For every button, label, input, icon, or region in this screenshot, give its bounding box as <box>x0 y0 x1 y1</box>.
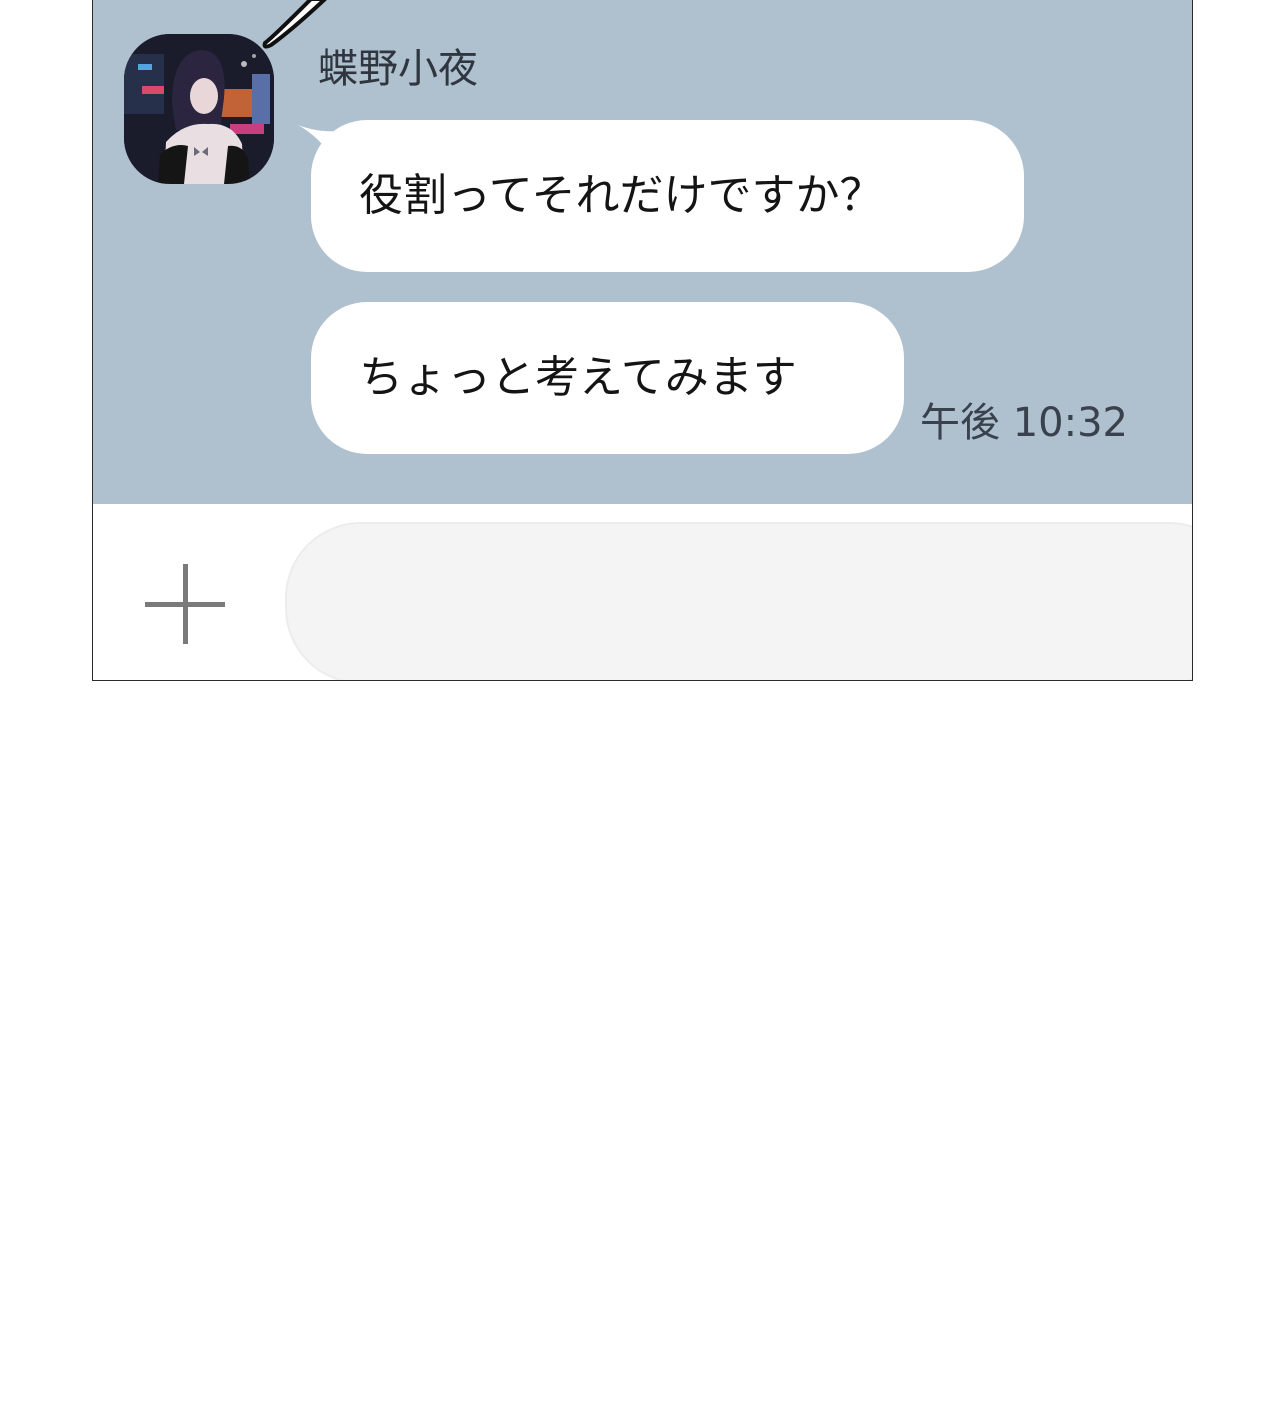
input-bar <box>93 504 1192 680</box>
message-list[interactable]: 蝶野小夜 役割ってそれだけですか？ ちょっと考えてみます 午後 10:32 <box>93 0 1192 504</box>
chat-screen: 蝶野小夜 役割ってそれだけですか？ ちょっと考えてみます 午後 10:32 <box>92 0 1193 681</box>
contact-avatar[interactable] <box>124 34 274 184</box>
message-timestamp: 午後 10:32 <box>920 400 1128 446</box>
sender-name: 蝶野小夜 <box>318 46 478 92</box>
message-input[interactable] <box>285 522 1192 680</box>
message-text: 役割ってそれだけですか？ <box>359 170 884 221</box>
plus-icon <box>145 564 225 644</box>
avatar-image <box>124 34 274 184</box>
add-attachment-button[interactable] <box>143 562 227 646</box>
message-bubble[interactable]: ちょっと考えてみます <box>311 302 904 454</box>
message-text: ちょっと考えてみます <box>359 352 797 403</box>
message-bubble[interactable]: 役割ってそれだけですか？ <box>311 120 1024 272</box>
